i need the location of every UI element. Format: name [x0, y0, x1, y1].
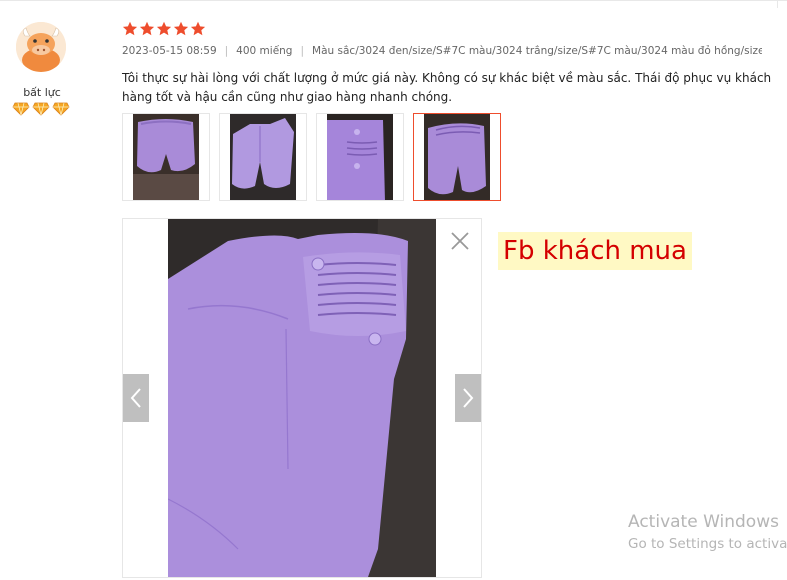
shorts-photo-large: [168, 219, 436, 577]
activate-windows-title: Activate Windows: [628, 512, 779, 532]
diamond-badge-icon: [52, 102, 70, 116]
star-icon: [173, 21, 189, 36]
star-icon: [139, 21, 155, 36]
review-text: Tôi thực sự hài lòng với chất lượng ở mứ…: [122, 71, 772, 104]
image-viewer: [122, 218, 482, 578]
next-image-button[interactable]: [455, 374, 481, 422]
right-divider: [777, 0, 778, 8]
close-viewer-button[interactable]: [448, 229, 472, 253]
meta-separator: |: [300, 45, 305, 57]
review-thumbnails: [122, 113, 501, 201]
close-icon: [451, 232, 469, 250]
top-divider: [0, 0, 787, 1]
review-quantity: 400 miếng: [236, 45, 293, 57]
customer-fb-annotation: Fb khách mua: [498, 232, 692, 270]
cow-avatar-icon: [16, 22, 66, 72]
activate-windows-subtitle: Go to Settings to activate Windows.: [628, 536, 787, 552]
star-icon: [190, 21, 206, 36]
user-badges: [12, 102, 70, 116]
chevron-right-icon: [463, 388, 474, 408]
rating-stars: [122, 21, 206, 37]
shorts-photo-thumbnail: [230, 114, 296, 200]
avatar[interactable]: [16, 22, 66, 72]
username[interactable]: bất lực: [12, 86, 72, 99]
prev-image-button[interactable]: [123, 374, 149, 422]
review-date: 2023-05-15 08:59: [122, 45, 217, 57]
review-variation: Màu sắc/3024 đen/size/S#7C màu/3024 trắn…: [312, 45, 762, 57]
shorts-photo-thumbnail: [133, 114, 199, 200]
thumbnail-1[interactable]: [122, 113, 210, 201]
shorts-photo-thumbnail: [424, 114, 490, 200]
meta-separator: |: [224, 45, 229, 57]
star-icon: [156, 21, 172, 36]
review-meta: 2023-05-15 08:59 | 400 miếng | Màu sắc/3024 …: [122, 45, 762, 57]
diamond-badge-icon: [12, 102, 30, 116]
diamond-badge-icon: [32, 102, 50, 116]
star-icon: [122, 21, 138, 36]
shorts-photo-thumbnail: [327, 114, 393, 200]
thumbnail-4[interactable]: [413, 113, 501, 201]
thumbnail-2[interactable]: [219, 113, 307, 201]
chevron-left-icon: [130, 388, 141, 408]
thumbnail-3[interactable]: [316, 113, 404, 201]
